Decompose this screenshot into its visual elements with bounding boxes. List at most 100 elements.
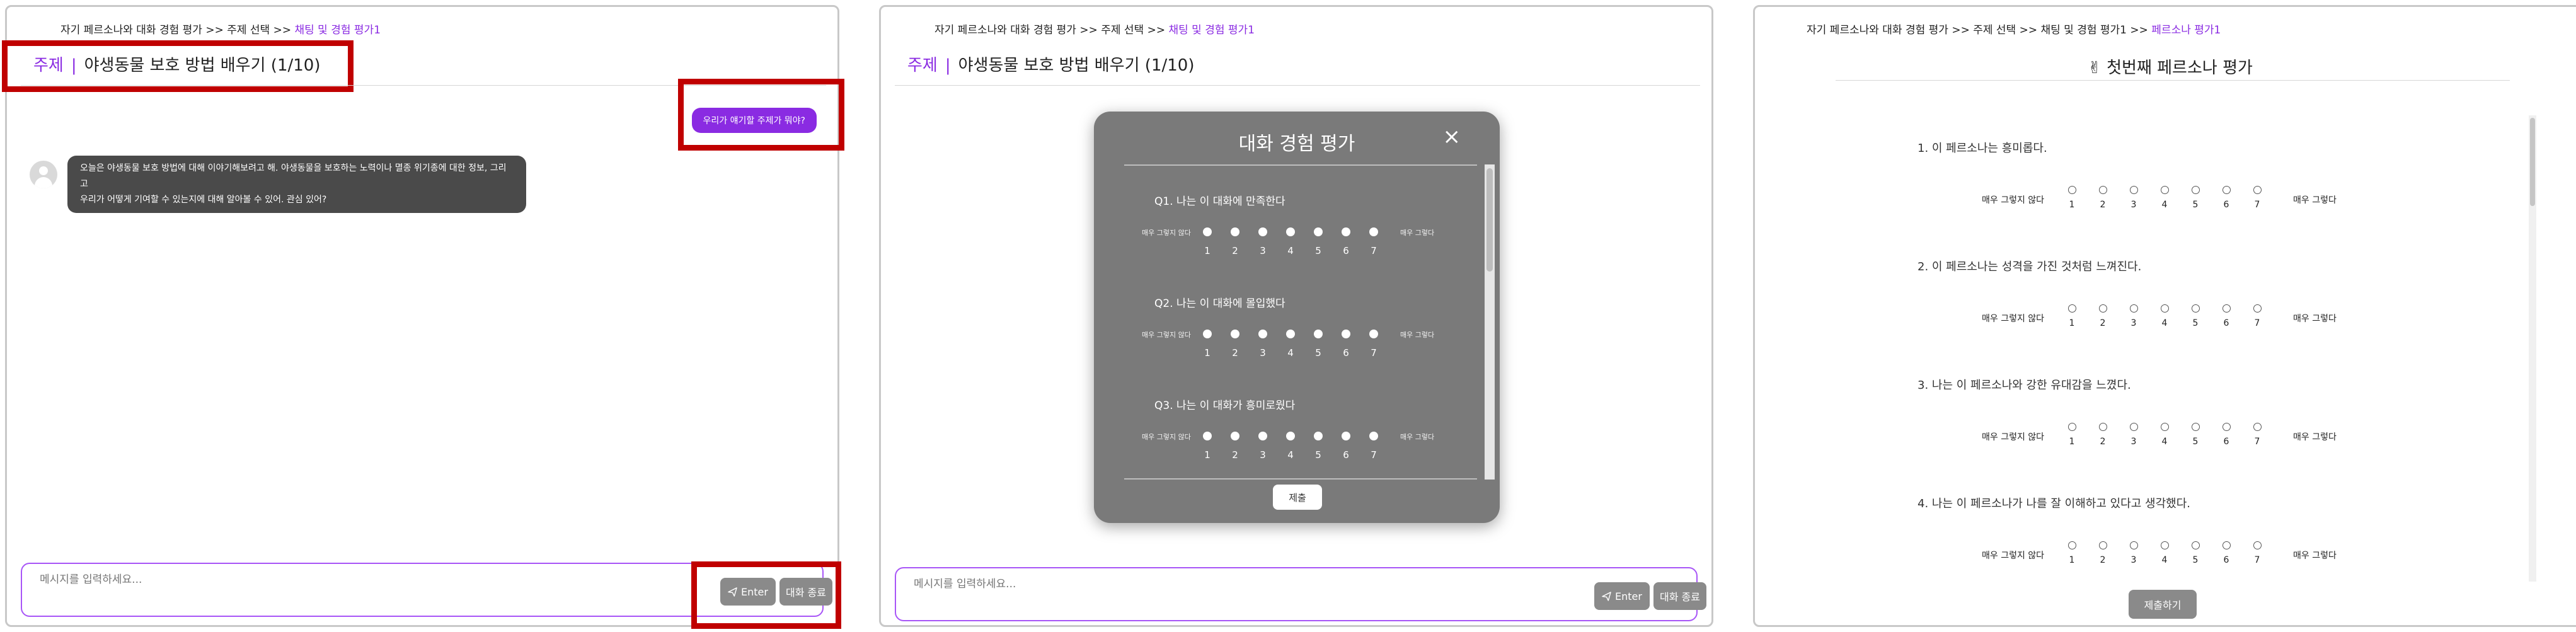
breadcrumb-path: 자기 페르소나와 대화 경험 평가 >> 주제 선택 >>	[60, 24, 292, 37]
rating-radio[interactable]	[2099, 423, 2107, 431]
rating-radio[interactable]	[2099, 304, 2107, 313]
rating-number: 1	[1204, 245, 1210, 256]
modal-question-block-3: Q3. 나는 이 대화가 흥미로웠다 매우 그렇지 않다 매우 그렇다 1 2 …	[1094, 396, 1485, 491]
rating-radio[interactable]	[2253, 304, 2262, 313]
rating-number: 1	[1204, 347, 1210, 359]
scale-low-label: 매우 그렇지 않다	[1142, 331, 1191, 339]
rating-dot[interactable]	[1258, 330, 1267, 338]
rating-dot[interactable]	[1342, 330, 1350, 338]
modal-title: 대화 경험 평가	[1238, 133, 1355, 155]
rating-radio[interactable]	[2161, 186, 2169, 194]
rating-number: 7	[2254, 318, 2260, 328]
persona-scrollbar[interactable]	[2529, 115, 2536, 582]
rating-number: 5	[1315, 449, 1321, 461]
rating-radio[interactable]	[2192, 541, 2200, 549]
rating-radio[interactable]	[2192, 304, 2200, 313]
rating-radio[interactable]	[2099, 186, 2107, 194]
rating-radio[interactable]	[2099, 541, 2107, 549]
enter-button[interactable]: Enter	[1594, 582, 1650, 610]
message-input-bar: Enter 대화 종료	[895, 567, 1706, 621]
rating-dot[interactable]	[1203, 432, 1212, 440]
rating-number: 5	[2192, 555, 2199, 565]
modal-scrollbar-thumb[interactable]	[1486, 168, 1493, 272]
rating-number: 4	[2161, 437, 2168, 447]
rating-number: 4	[2161, 555, 2168, 565]
persona-submit-button[interactable]: 제출하기	[2129, 590, 2197, 619]
rating-radio[interactable]	[2161, 541, 2169, 549]
rating-radio[interactable]	[2253, 423, 2262, 431]
message-input[interactable]	[912, 577, 1293, 591]
scale-high-label: 매우 그렇다	[2293, 551, 2337, 561]
rating-radio[interactable]	[2068, 423, 2076, 431]
rating-dot[interactable]	[1203, 330, 1212, 338]
rating-number: 6	[1343, 347, 1349, 359]
breadcrumb-current: 채팅 및 경험 평가1	[294, 24, 381, 37]
persona-question: 3. 나는 이 페르소나와 강한 유대감을 느꼈다.	[1918, 379, 2131, 392]
experience-eval-modal: 대화 경험 평가 × Q1. 나는 이 대화에 만족한다 매우 그렇지 않다 매…	[1094, 112, 1500, 523]
rating-radio[interactable]	[2161, 304, 2169, 313]
highlight-user-message-box	[678, 79, 844, 151]
rating-dot[interactable]	[1231, 330, 1239, 338]
rating-radio[interactable]	[2130, 304, 2138, 313]
rating-dot[interactable]	[1286, 330, 1295, 338]
rating-radio[interactable]	[2222, 541, 2231, 549]
rating-radio[interactable]	[2068, 541, 2076, 549]
message-input[interactable]	[38, 573, 419, 587]
rating-radio[interactable]	[2130, 186, 2138, 194]
rating-dot[interactable]	[1258, 227, 1267, 236]
scale-low-label: 매우 그렇지 않다	[1982, 195, 2045, 205]
rating-number: 2	[2100, 200, 2106, 210]
rating-dot[interactable]	[1314, 432, 1323, 440]
modal-submit-button[interactable]: 제출	[1273, 485, 1322, 510]
rating-dot[interactable]	[1231, 227, 1239, 236]
rating-radio[interactable]	[2192, 423, 2200, 431]
bot-message-bubble: 오늘은 야생동물 보호 방법에 대해 이야기해보려고 해. 야생동물을 보호하는…	[67, 156, 526, 213]
persona-scrollbar-thumb[interactable]	[2530, 118, 2535, 206]
scale-low-label: 매우 그렇지 않다	[1142, 229, 1191, 237]
breadcrumb-current: 페르소나 평가1	[2151, 24, 2221, 37]
topic-title: 야생동물 보호 방법 배우기	[958, 56, 1140, 75]
rating-dot[interactable]	[1369, 432, 1378, 440]
rating-radio[interactable]	[2222, 423, 2231, 431]
persona-question: 4. 나는 이 페르소나가 나를 잘 이해하고 있다고 생각했다.	[1918, 497, 2190, 510]
rating-dot[interactable]	[1286, 227, 1295, 236]
rating-radio[interactable]	[2253, 541, 2262, 549]
rating-radio[interactable]	[2068, 304, 2076, 313]
rating-number: 2	[2100, 555, 2106, 565]
rating-dot[interactable]	[1231, 432, 1239, 440]
rating-number: 7	[2254, 437, 2260, 447]
rating-radio[interactable]	[2222, 304, 2231, 313]
rating-dot[interactable]	[1258, 432, 1267, 440]
rating-number: 3	[1260, 245, 1266, 256]
rating-dot[interactable]	[1369, 330, 1378, 338]
rating-radio[interactable]	[2192, 186, 2200, 194]
rating-radio[interactable]	[2130, 423, 2138, 431]
chat-panel-1: 자기 페르소나와 대화 경험 평가 >> 주제 선택 >> 채팅 및 경험 평가…	[2, 5, 844, 629]
rating-number: 6	[2223, 437, 2229, 447]
rating-number: 3	[2130, 437, 2137, 447]
rating-dot[interactable]	[1342, 432, 1350, 440]
rating-radio[interactable]	[2161, 423, 2169, 431]
rating-dot[interactable]	[1342, 227, 1350, 236]
rating-radio[interactable]	[2253, 186, 2262, 194]
end-chat-button[interactable]: 대화 종료	[1653, 582, 1706, 610]
persona-question: 1. 이 페르소나는 흥미롭다.	[1918, 142, 2047, 155]
breadcrumb: 자기 페르소나와 대화 경험 평가 >> 주제 선택 >> 채팅 및 경험 평가…	[934, 21, 1255, 37]
rating-radio[interactable]	[2068, 186, 2076, 194]
rating-dot[interactable]	[1314, 227, 1323, 236]
rating-radio[interactable]	[2130, 541, 2138, 549]
rating-dot[interactable]	[1203, 227, 1212, 236]
close-icon[interactable]: ×	[1443, 124, 1461, 149]
topic-progress: (1/10)	[1144, 56, 1195, 75]
rating-radio[interactable]	[2222, 186, 2231, 194]
rating-number: 2	[2100, 318, 2106, 328]
breadcrumb-path: 자기 페르소나와 대화 경험 평가 >> 주제 선택 >> 채팅 및 경험 평가…	[1807, 24, 2148, 37]
rating-number: 3	[2130, 555, 2137, 565]
rating-dot[interactable]	[1314, 330, 1323, 338]
rating-dot[interactable]	[1369, 227, 1378, 236]
rating-dot[interactable]	[1286, 432, 1295, 440]
modal-scrollbar[interactable]	[1485, 164, 1495, 480]
topic-header: 주제 | 야생동물 보호 방법 배우기 (1/10)	[907, 52, 1194, 76]
scale-low-label: 매우 그렇지 않다	[1982, 314, 2045, 324]
rating-number: 4	[1287, 245, 1294, 256]
